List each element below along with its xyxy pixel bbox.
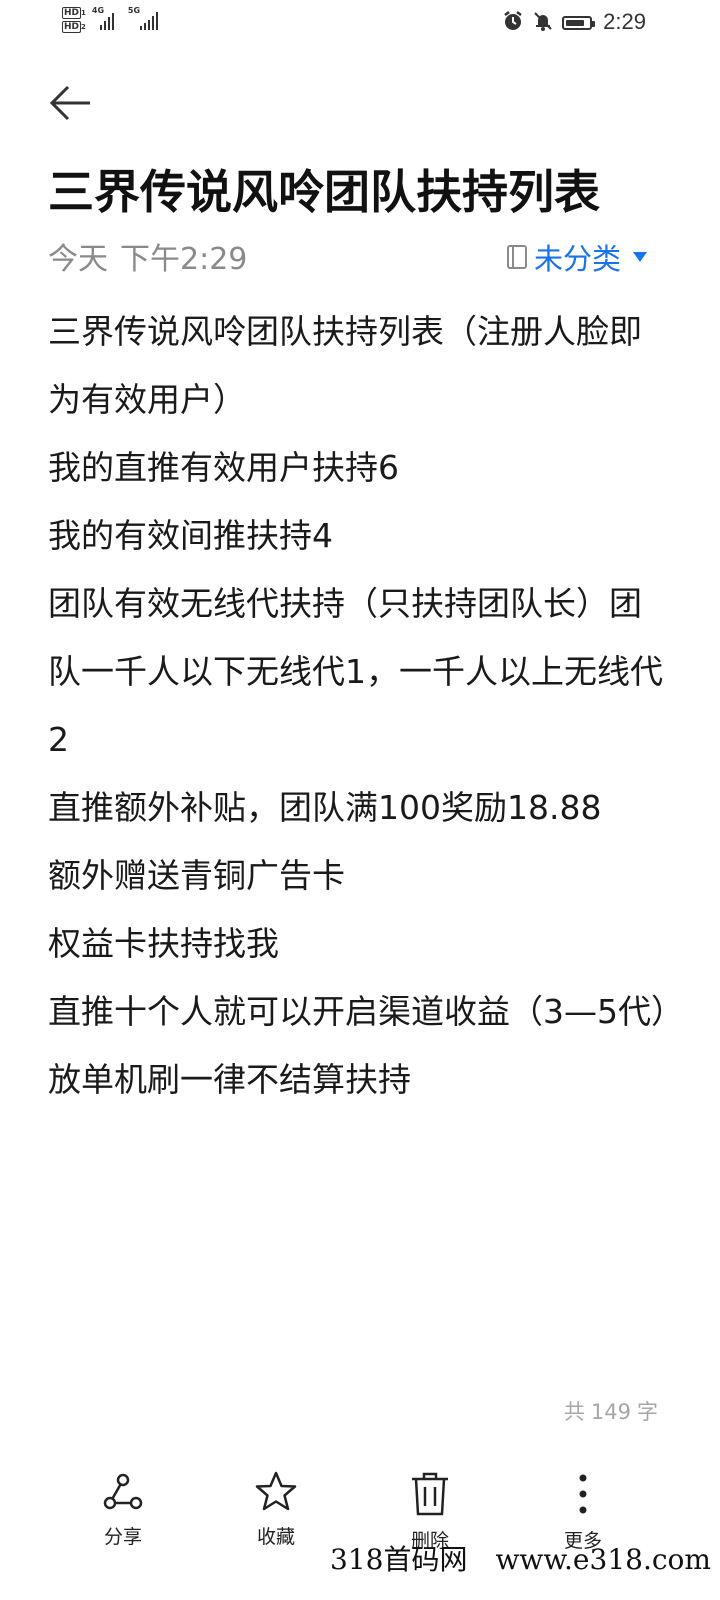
battery-icon bbox=[562, 16, 595, 30]
share-label: 分享 bbox=[103, 1526, 142, 1548]
share-button[interactable]: 分享 bbox=[68, 1470, 178, 1549]
back-button[interactable] bbox=[48, 80, 94, 126]
share-icon bbox=[103, 1473, 143, 1510]
word-count-value: 149 bbox=[590, 1400, 631, 1424]
note-paragraph: 直推十个人就可以开启渠道收益（3—5代） bbox=[48, 992, 684, 1031]
signal-sim1-icon: 4G bbox=[91, 6, 118, 30]
note-paragraph: 三界传说风呤团队扶持列表（注册人脸即为有效用户） bbox=[48, 312, 642, 419]
arrow-left-icon bbox=[49, 85, 90, 121]
watermark-site-name: 318首码网 bbox=[330, 1543, 468, 1576]
note-content[interactable]: 三界传说风呤团队扶持列表（注册人脸即为有效用户） 我的直推有效用户扶持6 我的有效间… bbox=[48, 298, 684, 1114]
network-type-1: 4G bbox=[91, 6, 105, 15]
note-paragraph: 额外赠送青铜广告卡 bbox=[48, 856, 345, 895]
note-time: 下午2:29 bbox=[120, 242, 248, 277]
sim1-hd-badge: HD 1 bbox=[62, 7, 86, 19]
signal-sim2-icon: 5G bbox=[127, 6, 164, 30]
watermark: 318首码网 www.e318.com bbox=[330, 1538, 711, 1578]
word-count-prefix: 共 bbox=[563, 1400, 585, 1424]
note-paragraph: 团队有效无线代扶持（只扶持团队长）团队一千人以下无线代1，一千人以上无线代2 bbox=[48, 584, 663, 759]
note-title[interactable]: 三界传说风呤团队扶持列表 bbox=[48, 162, 688, 222]
note-paragraph: 我的有效间推扶持4 bbox=[48, 516, 333, 555]
trash-icon bbox=[412, 1472, 448, 1516]
note-paragraph: 直推额外补贴，团队满100奖励18.88 bbox=[48, 788, 602, 827]
more-vertical-icon bbox=[579, 1474, 587, 1514]
sim2-hd-badge: HD 2 bbox=[62, 21, 86, 33]
note-paragraph: 权益卡扶持找我 bbox=[48, 924, 279, 963]
status-icons bbox=[502, 10, 595, 36]
notebook-icon bbox=[507, 245, 527, 269]
watermark-url: www.e318.com bbox=[495, 1543, 711, 1576]
network-type-2: 5G bbox=[127, 6, 141, 15]
mute-bell-icon bbox=[532, 10, 554, 36]
note-timestamp: 今天 下午2:29 bbox=[48, 234, 247, 278]
favorite-label: 收藏 bbox=[256, 1526, 295, 1548]
alarm-icon bbox=[502, 10, 524, 36]
word-count: 共 149 字 bbox=[564, 1396, 658, 1426]
category-selector[interactable]: 未分类 bbox=[506, 236, 648, 278]
dropdown-arrow-icon bbox=[633, 252, 648, 262]
status-time: 2:29 bbox=[603, 9, 646, 34]
favorite-button[interactable]: 收藏 bbox=[221, 1470, 331, 1549]
star-icon bbox=[255, 1471, 297, 1511]
network-indicators: HD 1 HD 2 4G 5G bbox=[62, 6, 164, 33]
note-paragraph: 放单机刷一律不结算扶持 bbox=[48, 1060, 411, 1099]
status-bar: HD 1 HD 2 4G 5G 2:29 bbox=[0, 0, 720, 48]
note-paragraph: 我的直推有效用户扶持6 bbox=[48, 448, 399, 487]
sim-hd-badges: HD 1 HD 2 bbox=[62, 7, 86, 33]
category-label: 未分类 bbox=[534, 242, 622, 276]
word-count-suffix: 字 bbox=[637, 1400, 658, 1424]
note-date: 今天 bbox=[48, 242, 108, 277]
